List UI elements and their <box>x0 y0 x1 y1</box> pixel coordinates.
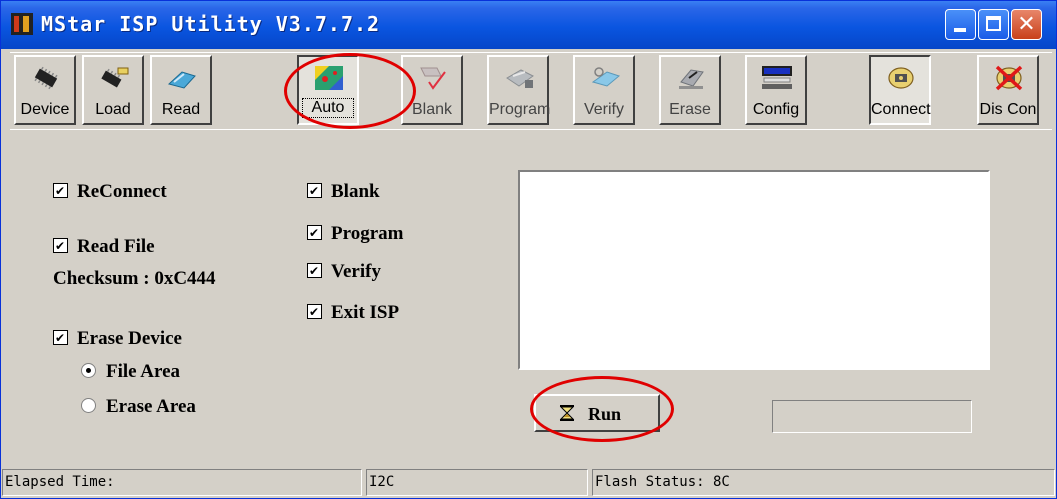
checkbox-checked-icon <box>307 222 322 244</box>
read-icon <box>167 71 196 89</box>
reconnect-checkbox[interactable]: ReConnect <box>53 180 167 203</box>
exit-isp-label: Exit ISP <box>331 302 400 323</box>
erase-area-label: Erase Area <box>106 396 196 417</box>
checkbox-checked-icon <box>53 235 68 257</box>
erase-icon <box>679 69 704 89</box>
file-area-label: File Area <box>106 361 181 382</box>
disconnect-button-label: Dis Con <box>979 101 1037 118</box>
toolbar: Device Load Read Auto Blank Program Veri… <box>10 52 1052 130</box>
checkbox-checked-icon <box>307 180 322 202</box>
minimize-icon <box>954 28 966 32</box>
radio-selected-icon <box>81 363 96 379</box>
radio-unselected-icon <box>81 398 96 414</box>
config-button-label: Config <box>752 101 800 118</box>
read-file-label: Read File <box>77 236 155 257</box>
chip-icon <box>34 66 58 90</box>
flash-status-panel: Flash Status: 8C <box>592 469 1055 496</box>
verify-button[interactable]: Verify <box>573 55 635 125</box>
maximize-icon <box>986 16 1001 31</box>
erase-area-radio[interactable]: Erase Area <box>81 396 196 418</box>
checksum-text: Checksum : 0xC444 <box>53 268 216 289</box>
window-title: MStar ISP Utility V3.7.7.2 <box>41 12 381 36</box>
blank-label: Blank <box>331 181 380 202</box>
checkbox-checked-icon <box>307 301 322 323</box>
connect-icon <box>888 67 914 89</box>
verify-checkbox[interactable]: Verify <box>307 260 381 283</box>
status-bar: Elapsed Time: I2C Flash Status: 8C <box>1 467 1056 498</box>
reconnect-label: ReConnect <box>77 181 167 202</box>
maximize-button[interactable] <box>978 9 1009 40</box>
checkbox-checked-icon <box>53 327 68 349</box>
annotation-circle-auto <box>284 53 416 129</box>
program-button-label: Program <box>489 101 551 118</box>
config-icon <box>762 66 792 89</box>
log-output-box[interactable] <box>518 170 990 370</box>
connect-button-label: Connect <box>871 101 931 118</box>
app-logo-icon <box>11 13 33 35</box>
checkbox-checked-icon <box>307 260 322 282</box>
erase-button[interactable]: Erase <box>659 55 721 125</box>
device-button-label: Device <box>20 101 70 118</box>
program-icon <box>506 69 534 88</box>
minimize-button[interactable] <box>945 9 976 40</box>
verify-icon <box>591 67 621 87</box>
erase-device-checkbox[interactable]: Erase Device <box>53 327 182 350</box>
verify-button-label: Verify <box>583 101 624 118</box>
read-button[interactable]: Read <box>150 55 212 125</box>
load-button[interactable]: Load <box>82 55 144 125</box>
disconnect-icon <box>995 65 1023 91</box>
device-button[interactable]: Device <box>14 55 76 125</box>
erase-device-label: Erase Device <box>77 328 182 349</box>
exit-isp-checkbox[interactable]: Exit ISP <box>307 301 400 324</box>
load-button-label: Load <box>95 101 131 118</box>
isp-utility-window: MStar ISP Utility V3.7.7.2 ✕ Device Load <box>0 0 1057 499</box>
read-button-label: Read <box>161 101 201 118</box>
program-checkbox[interactable]: Program <box>307 222 404 245</box>
verify-label: Verify <box>331 261 381 282</box>
load-chip-icon <box>101 67 129 88</box>
erase-button-label: Erase <box>669 101 711 118</box>
close-button[interactable]: ✕ <box>1011 9 1042 40</box>
close-icon: ✕ <box>1017 12 1036 37</box>
title-bar[interactable]: MStar ISP Utility V3.7.7.2 ✕ <box>1 1 1056 49</box>
read-file-checkbox[interactable]: Read File <box>53 235 155 258</box>
blank-icon <box>420 67 446 90</box>
disconnect-button[interactable]: Dis Con <box>977 55 1039 125</box>
elapsed-time-panel: Elapsed Time: <box>2 469 362 496</box>
file-area-radio[interactable]: File Area <box>81 361 180 383</box>
interface-panel: I2C <box>366 469 588 496</box>
program-button[interactable]: Program <box>487 55 551 125</box>
progress-bar <box>772 400 972 433</box>
annotation-circle-run <box>530 376 674 442</box>
blank-checkbox[interactable]: Blank <box>307 180 380 203</box>
config-button[interactable]: Config <box>745 55 807 125</box>
checkbox-checked-icon <box>53 180 68 202</box>
program-label: Program <box>331 223 404 244</box>
connect-button[interactable]: Connect <box>869 55 931 125</box>
